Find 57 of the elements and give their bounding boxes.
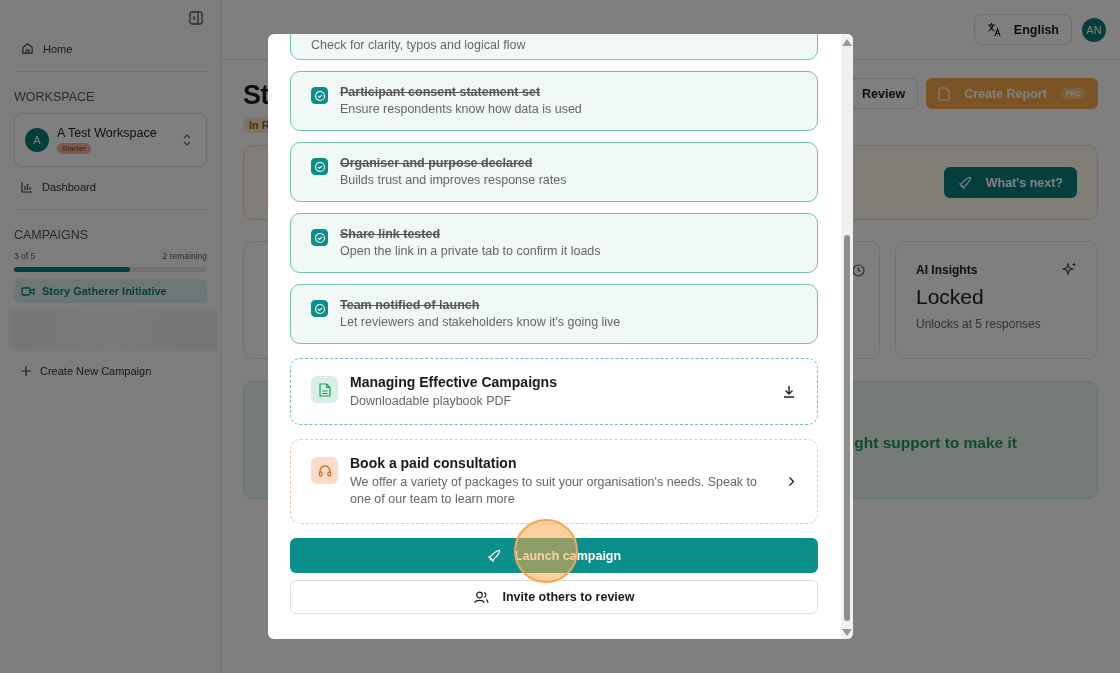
clock-icon bbox=[852, 264, 865, 278]
checklist-title: Organiser and purpose declared bbox=[340, 156, 534, 170]
download-icon bbox=[783, 385, 795, 398]
section-heading: WORKSPACE bbox=[14, 90, 96, 104]
workspace-name: A Test Workspace bbox=[57, 126, 157, 140]
playbook-download-card[interactable]: Managing Effective Campaigns Downloadable playbook PDF bbox=[290, 358, 818, 425]
video-camera-icon bbox=[21, 285, 35, 297]
translate-icon bbox=[986, 22, 1002, 37]
whats-next-button[interactable]: What's next? bbox=[943, 167, 1077, 199]
card-note: Unlocks at 5 responses bbox=[916, 317, 1042, 332]
usage-remaining: 2 remaining bbox=[162, 251, 207, 261]
campaign-item[interactable]: Story Gatherer Initiative bbox=[14, 279, 207, 303]
people-icon bbox=[473, 590, 489, 604]
checklist-title: Team notified of launch bbox=[340, 298, 481, 312]
plus-icon bbox=[21, 366, 31, 376]
workspace-avatar: A bbox=[25, 128, 49, 152]
nav-item[interactable]: Dashboard bbox=[14, 175, 207, 199]
scrollbar[interactable] bbox=[841, 34, 853, 639]
chevron-updown-icon bbox=[182, 133, 192, 147]
checkbox[interactable] bbox=[311, 229, 328, 246]
document-icon bbox=[318, 382, 331, 397]
page-title: St bbox=[243, 79, 269, 112]
rocket-icon bbox=[486, 548, 501, 563]
workspace-switcher[interactable]: A A Test Workspace Starter bbox=[14, 113, 207, 167]
consultation-card[interactable]: Book a paid consultation We offer a variety of packages to suit your organisation's needs. Speak to one of our team to learn more bbox=[290, 439, 818, 524]
checkbox[interactable] bbox=[311, 87, 328, 104]
checklist-title: Participant consent statement set bbox=[340, 85, 542, 99]
user-avatar[interactable]: AN bbox=[1082, 17, 1106, 42]
rocket-icon bbox=[957, 175, 972, 190]
checkbox[interactable] bbox=[311, 158, 328, 175]
sparkle-icon bbox=[1062, 262, 1077, 278]
checklist-description: Let reviewers and stakeholders know it's going live bbox=[340, 315, 621, 329]
checklist-description: Open the link in a private tab to confirm it loads bbox=[340, 244, 601, 258]
plan-badge: Starter bbox=[57, 143, 91, 154]
sidebar-collapse-icon[interactable] bbox=[189, 11, 203, 25]
create-campaign-link[interactable]: Create New Campaign bbox=[14, 359, 207, 383]
checklist-title: Share link tested bbox=[340, 227, 442, 241]
checkbox[interactable] bbox=[311, 300, 328, 317]
headset-icon bbox=[317, 463, 332, 478]
bar-chart-icon bbox=[21, 181, 33, 193]
section-heading: CAMPAIGNS bbox=[14, 228, 90, 242]
invite-reviewers-button[interactable]: Invite others to review bbox=[290, 580, 818, 614]
nav-item[interactable]: Home bbox=[14, 36, 207, 61]
resource-title: Managing Effective Campaigns bbox=[350, 373, 558, 390]
resource-description: We offer a variety of packages to suit your organisation's needs. Speak to one of our team to learn more bbox=[350, 474, 759, 508]
resource-title: Book a paid consultation bbox=[350, 455, 518, 472]
checklist-description: Builds trust and improves response rates bbox=[340, 173, 567, 187]
usage-count: 3 of 5 bbox=[14, 251, 36, 261]
checklist-description: Ensure respondents know how data is used bbox=[340, 102, 582, 116]
language-button[interactable]: English bbox=[973, 14, 1072, 45]
home-icon bbox=[21, 42, 34, 55]
chevron-right-icon bbox=[788, 476, 795, 487]
card-value: Locked bbox=[916, 285, 985, 310]
checklist-description: Check for clarity, typos and logical flow bbox=[311, 38, 526, 52]
document-icon bbox=[938, 86, 951, 101]
card-title: AI Insights bbox=[916, 262, 978, 277]
resource-description: Downloadable playbook PDF bbox=[350, 392, 513, 410]
